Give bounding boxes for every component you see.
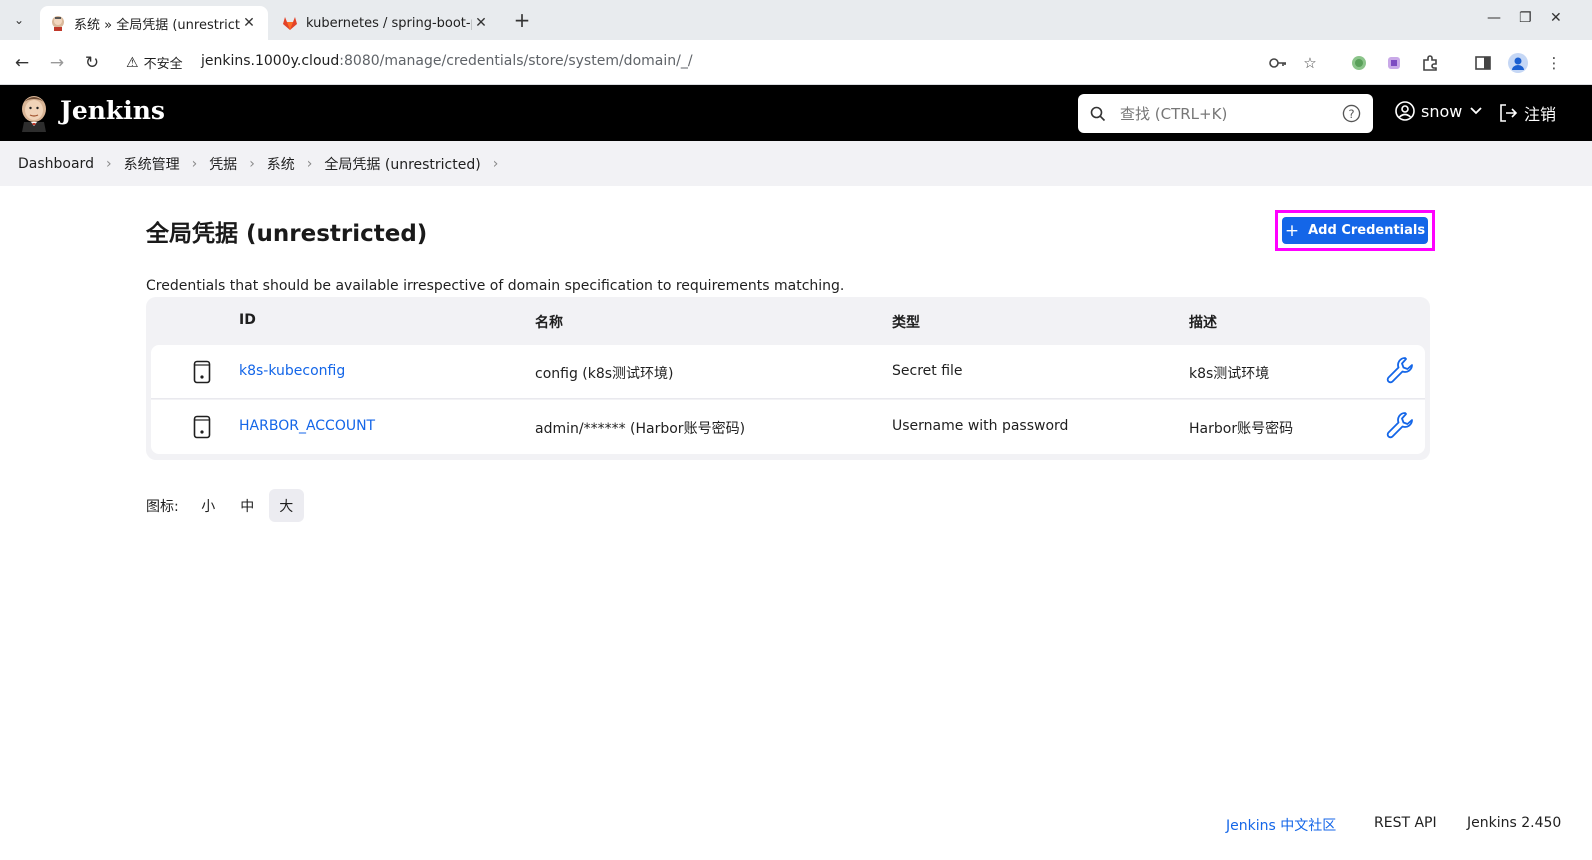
reload-icon[interactable]: ↻ [79,50,105,76]
plus-icon: + [1284,220,1300,241]
url-path: :8080/manage/credentials/store/system/do… [339,53,693,69]
extensions-puzzle-icon[interactable] [1419,52,1441,74]
jenkins-logo-icon[interactable] [18,94,50,132]
close-tab-icon[interactable]: ✕ [472,15,490,31]
side-panel-icon[interactable] [1472,52,1494,74]
svg-text:?: ? [1348,107,1354,121]
chevron-right-icon: › [105,155,112,172]
browser-tabbar: ⌄ 系统 » 全局凭据 (unrestricted ✕ kubernetes /… [0,0,1592,40]
browser-menu-icon[interactable]: ⋮ [1543,52,1565,74]
restore-icon[interactable]: ❐ [1519,10,1532,26]
column-header-type[interactable]: 类型 [892,312,920,332]
icon-size-label: 图标: [146,498,179,515]
url-host: jenkins.1000y.cloud [201,53,340,69]
bookmark-star-icon[interactable]: ☆ [1299,52,1321,74]
new-tab-button[interactable]: + [510,9,534,33]
credential-name: admin/****** (Harbor账号密码) [535,421,746,437]
credential-description: Harbor账号密码 [1189,421,1294,437]
credential-type: Secret file [892,363,963,379]
tab-gitlab[interactable]: kubernetes / spring-boot-p ✕ [272,6,500,40]
chevron-right-icon: › [306,155,313,172]
tab-jenkins[interactable]: 系统 » 全局凭据 (unrestricted ✕ [40,6,268,40]
add-credentials-button[interactable]: + Add Credentials [1282,217,1428,244]
wrench-icon[interactable] [1385,355,1415,385]
search-icon [1090,106,1106,121]
jenkins-favicon [52,16,64,31]
search-box[interactable]: ? [1078,94,1373,133]
icon-size-selector: 图标: 小 中 大 [146,489,308,522]
breadcrumb-system[interactable]: 系统 [267,154,295,174]
security-indicator[interactable]: ⚠ 不安全 [126,53,183,73]
chevron-down-icon [1470,107,1482,115]
logout-link[interactable]: 注销 [1498,101,1556,125]
column-header-id[interactable]: ID [239,312,256,328]
profile-avatar-icon[interactable] [1507,52,1529,74]
column-header-description[interactable]: 描述 [1189,312,1217,332]
footer-community-link[interactable]: Jenkins 中文社区 [1226,815,1336,835]
credential-id-link[interactable]: k8s-kubeconfig [239,363,345,379]
help-icon[interactable]: ? [1342,104,1361,123]
domain-description: Credentials that should be available irr… [146,278,845,294]
extension-green-icon[interactable] [1348,52,1370,74]
icon-size-small[interactable]: 小 [191,489,226,522]
close-tab-icon[interactable]: ✕ [240,15,258,31]
breadcrumb: Dashboard › 系统管理 › 凭据 › 系统 › 全局凭据 (unres… [0,141,1592,186]
credential-device-icon [193,415,211,439]
warning-icon: ⚠ [126,54,139,71]
credential-name: config (k8s测试环境) [535,366,674,382]
browser-toolbar: ← → ↻ ⚠ 不安全 jenkins.1000y.cloud:8080/man… [0,40,1592,85]
extension-purple-icon[interactable] [1383,52,1405,74]
table-row: HARBOR_ACCOUNT admin/****** (Harbor账号密码)… [151,400,1425,454]
breadcrumb-dashboard[interactable]: Dashboard [18,156,94,172]
footer-version[interactable]: Jenkins 2.450 [1467,815,1561,831]
forward-icon[interactable]: → [44,50,70,76]
table-row: k8s-kubeconfig config (k8s测试环境) Secret f… [151,345,1425,399]
address-bar[interactable]: jenkins.1000y.cloud:8080/manage/credenti… [201,53,693,69]
chevron-right-icon: › [249,155,255,172]
jenkins-header: Jenkins ? snow 注销 [0,85,1592,141]
credential-id-link[interactable]: HARBOR_ACCOUNT [239,418,375,434]
column-header-name[interactable]: 名称 [535,312,563,332]
tab-title: kubernetes / spring-boot-p [306,15,472,31]
logout-label: 注销 [1524,105,1557,124]
breadcrumb-credentials[interactable]: 凭据 [209,154,237,174]
credential-type: Username with password [892,418,1069,434]
user-name: snow [1421,101,1463,121]
user-icon [1395,101,1415,121]
gitlab-favicon [283,17,297,30]
credential-device-icon [193,360,211,384]
add-credentials-label: Add Credentials [1308,223,1426,238]
icon-size-large[interactable]: 大 [268,489,304,522]
credentials-table: ID 名称 类型 描述 k8s-kubeconfig config (k8s测试… [146,297,1430,460]
wrench-icon[interactable] [1385,410,1415,440]
breadcrumb-global-credentials[interactable]: 全局凭据 (unrestricted) [324,154,480,174]
add-credentials-highlight: + Add Credentials [1275,210,1435,251]
footer-rest-api-link[interactable]: REST API [1374,815,1437,831]
chevron-right-icon[interactable]: › [493,156,499,172]
tab-list-chevron-icon[interactable]: ⌄ [6,8,32,32]
app-title[interactable]: Jenkins [60,96,165,125]
minimize-icon[interactable]: — [1487,10,1501,26]
password-key-icon[interactable] [1267,52,1289,74]
breadcrumb-manage[interactable]: 系统管理 [124,154,180,174]
icon-size-medium[interactable]: 中 [230,489,265,522]
user-menu[interactable]: snow [1395,101,1488,121]
tab-title: 系统 » 全局凭据 (unrestricted [74,17,240,33]
credential-description: k8s测试环境 [1189,366,1270,382]
security-label: 不安全 [143,57,183,72]
back-icon[interactable]: ← [9,50,35,76]
chevron-right-icon: › [191,155,198,172]
search-input[interactable] [1120,104,1330,123]
close-window-icon[interactable]: ✕ [1550,10,1562,26]
page-title: 全局凭据 (unrestricted) [146,221,428,247]
logout-icon [1500,104,1518,122]
